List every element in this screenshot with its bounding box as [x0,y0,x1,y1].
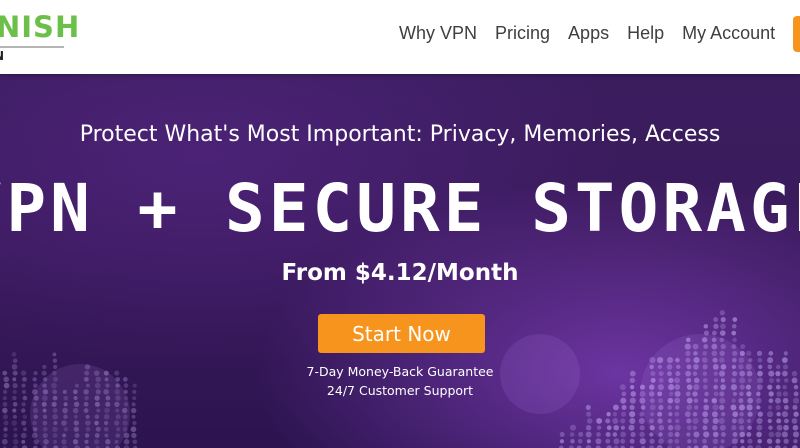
hero-headline: VPN + SECURE STORAGE [0,170,800,247]
nav-apps[interactable]: Apps [568,23,609,44]
customer-support-note: 24/7 Customer Support [326,383,474,398]
start-now-button[interactable]: Start Now [318,314,485,353]
nav-signup-button[interactable] [793,16,800,52]
hero-price: From $4.12/Month [281,260,519,286]
nav-pricing[interactable]: Pricing [495,23,550,44]
nav-my-account[interactable]: My Account [682,23,775,44]
main-nav: Why VPN Pricing Apps Help My Account [399,22,793,44]
logo-text: NISH [0,10,81,44]
hero-tagline: Protect What's Most Important: Privacy, … [79,122,721,147]
logo-subtext: N [0,49,4,63]
site-header: NISH N Why VPN Pricing Apps Help My Acco… [0,0,800,74]
hero-banner: Protect What's Most Important: Privacy, … [0,74,800,448]
nav-why-vpn[interactable]: Why VPN [399,23,477,44]
logo-divider [0,46,64,48]
nav-help[interactable]: Help [627,23,664,44]
logo[interactable]: NISH N [0,6,79,66]
money-back-guarantee: 7-Day Money-Back Guarantee [306,364,494,379]
